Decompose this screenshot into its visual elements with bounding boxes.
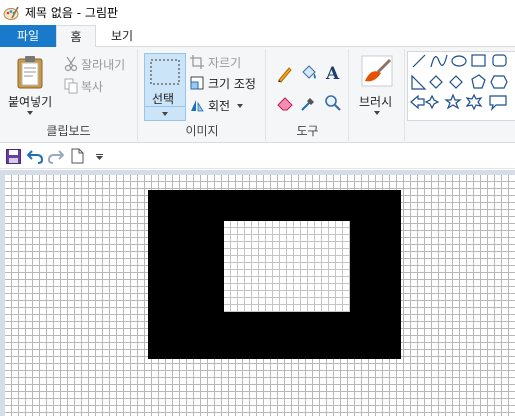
redo-icon[interactable] bbox=[48, 149, 64, 164]
pencil-icon[interactable] bbox=[276, 65, 294, 83]
copy-label: 복사 bbox=[81, 80, 104, 94]
tab-view[interactable]: 보기 bbox=[100, 25, 144, 47]
clipboard-group: 붙여넣기 잘라내기 복사 클립보드 bbox=[0, 49, 138, 141]
ribbon-tabs: 파일 홈 보기 bbox=[0, 25, 515, 48]
select-label: 선택 bbox=[152, 92, 175, 106]
tools-group-label: 도구 bbox=[296, 124, 319, 138]
brush-icon bbox=[361, 55, 393, 87]
quick-access-toolbar bbox=[0, 144, 515, 169]
chevron-down-icon bbox=[237, 104, 243, 108]
brushes-label: 브러시 bbox=[359, 95, 393, 109]
brushes-button[interactable]: 브러시 bbox=[354, 51, 400, 121]
cut-button[interactable]: 잘라내기 bbox=[62, 55, 134, 73]
image-group-label: 이미지 bbox=[185, 124, 219, 138]
resize-icon bbox=[190, 76, 204, 90]
rotate-button[interactable]: 회전 bbox=[189, 96, 265, 114]
clipboard-group-label: 클립보드 bbox=[46, 124, 91, 138]
image-group: 선택 자르기 크기 조정 회전 이미지 bbox=[139, 49, 266, 141]
clipboard-icon bbox=[17, 56, 43, 89]
chevron-down-icon bbox=[27, 111, 33, 115]
shapes-icons bbox=[410, 54, 508, 111]
crop-label: 자르기 bbox=[208, 56, 242, 70]
paint-app-icon bbox=[3, 6, 19, 20]
eraser-icon[interactable] bbox=[276, 94, 294, 112]
resize-label: 크기 조정 bbox=[208, 77, 256, 91]
text-tool-glyph: A bbox=[325, 64, 340, 83]
crop-icon bbox=[190, 55, 204, 69]
tools-group: A 도구 bbox=[267, 49, 349, 141]
drawing-canvas[interactable] bbox=[5, 175, 515, 416]
save-icon[interactable] bbox=[6, 149, 21, 164]
shapes-gallery[interactable] bbox=[407, 51, 515, 121]
fill-bucket-icon[interactable] bbox=[300, 64, 318, 82]
color-picker-icon[interactable] bbox=[300, 94, 318, 112]
paste-button[interactable]: 붙여넣기 bbox=[4, 51, 56, 121]
resize-button[interactable]: 크기 조정 bbox=[189, 74, 265, 92]
magnifier-icon[interactable] bbox=[324, 94, 342, 112]
rotate-icon bbox=[191, 100, 204, 112]
selection-rect-icon bbox=[150, 59, 180, 85]
cut-label: 잘라내기 bbox=[81, 58, 126, 72]
brushes-group: 브러시 bbox=[350, 49, 405, 141]
paste-label: 붙여넣기 bbox=[8, 95, 53, 109]
tab-home[interactable]: 홈 bbox=[56, 25, 96, 48]
select-button[interactable]: 선택 bbox=[144, 53, 186, 121]
scissors-icon bbox=[64, 56, 78, 72]
canvas-area bbox=[0, 170, 515, 416]
black-frame-shape bbox=[148, 190, 401, 359]
chevron-down-icon bbox=[374, 111, 380, 115]
rotate-label: 회전 bbox=[208, 99, 231, 113]
customize-dropdown-icon[interactable] bbox=[96, 154, 103, 160]
text-icon[interactable]: A bbox=[324, 63, 342, 83]
crop-button[interactable]: 자르기 bbox=[189, 53, 263, 71]
undo-icon[interactable] bbox=[27, 149, 43, 164]
ribbon: 붙여넣기 잘라내기 복사 클립보드 선택 자르기 크기 조정 회전 이미지 A … bbox=[0, 47, 515, 143]
copy-icon bbox=[64, 78, 78, 94]
new-file-icon[interactable] bbox=[71, 148, 84, 164]
chevron-down-icon bbox=[162, 112, 168, 116]
tab-file[interactable]: 파일 bbox=[0, 25, 56, 47]
frame-hole bbox=[224, 221, 350, 312]
copy-button[interactable]: 복사 bbox=[62, 77, 134, 95]
window-title: 제목 없음 - 그림판 bbox=[25, 6, 119, 20]
title-bar: 제목 없음 - 그림판 bbox=[0, 0, 515, 25]
